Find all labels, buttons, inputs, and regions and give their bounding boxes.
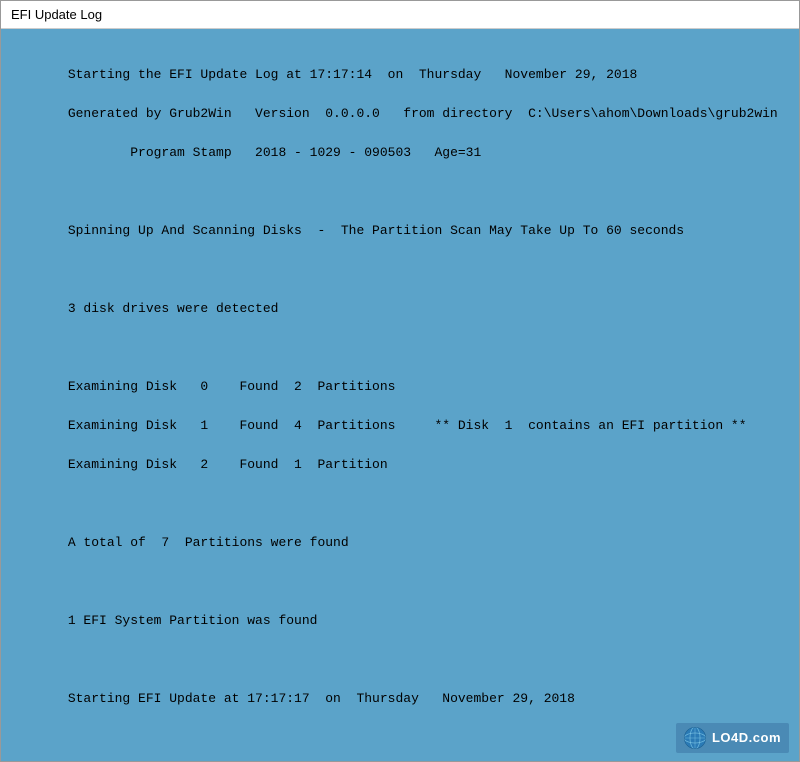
- log-output: Starting the EFI Update Log at 17:17:14 …: [21, 45, 779, 761]
- log-line-7: 3 disk drives were detected: [68, 301, 279, 316]
- log-line-2: Generated by Grub2Win Version 0.0.0.0 fr…: [68, 106, 778, 121]
- watermark-globe-icon: [684, 727, 706, 749]
- window-title: EFI Update Log: [11, 7, 102, 22]
- title-bar: EFI Update Log: [1, 1, 799, 29]
- log-line-1: Starting the EFI Update Log at 17:17:14 …: [68, 67, 638, 82]
- log-line-11: Examining Disk 2 Found 1 Partition: [68, 457, 388, 472]
- log-line-9: Examining Disk 0 Found 2 Partitions: [68, 379, 396, 394]
- log-line-10: Examining Disk 1 Found 4 Partitions ** D…: [68, 418, 747, 433]
- log-line-5: Spinning Up And Scanning Disks - The Par…: [68, 223, 684, 238]
- watermark-badge: LO4D.com: [676, 723, 789, 753]
- log-line-17: Starting EFI Update at 17:17:17 on Thurs…: [68, 691, 575, 706]
- log-line-13: A total of 7 Partitions were found: [68, 535, 349, 550]
- main-window: EFI Update Log Starting the EFI Update L…: [0, 0, 800, 762]
- watermark-text: LO4D.com: [712, 728, 781, 748]
- log-content-area: Starting the EFI Update Log at 17:17:14 …: [1, 29, 799, 761]
- log-line-3: Program Stamp 2018 - 1029 - 090503 Age=3…: [68, 145, 481, 160]
- log-line-15: 1 EFI System Partition was found: [68, 613, 318, 628]
